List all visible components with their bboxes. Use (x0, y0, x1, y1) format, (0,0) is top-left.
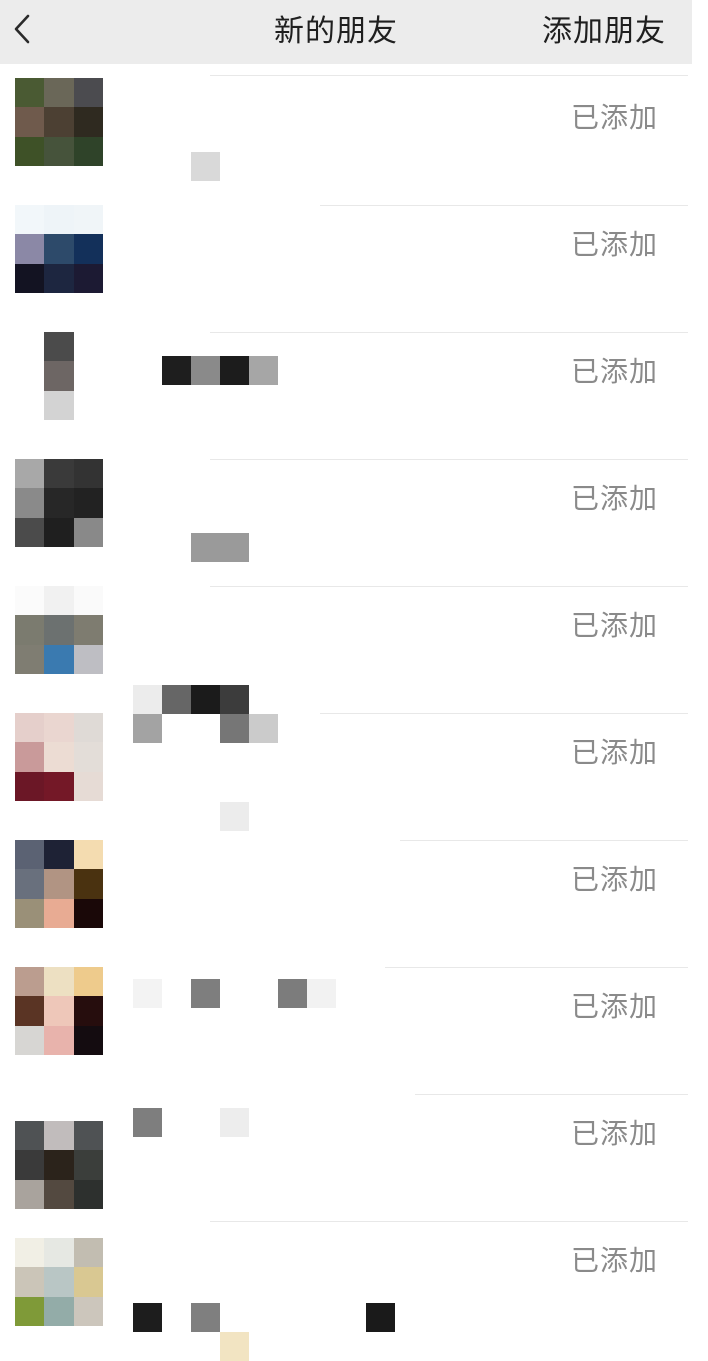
avatar (15, 459, 103, 547)
divider (385, 967, 688, 968)
list-item[interactable]: 已添加 (0, 826, 708, 1008)
divider (210, 75, 688, 76)
divider (210, 586, 688, 587)
status-label: 已添加 (570, 1244, 658, 1277)
list-item[interactable]: 已添加 (0, 1207, 708, 1361)
status-label: 已添加 (570, 736, 658, 769)
divider (400, 840, 688, 841)
add-friend-button[interactable]: 添加朋友 (542, 6, 666, 50)
status-label: 已添加 (570, 355, 658, 388)
divider (320, 713, 688, 714)
list-item[interactable]: 已添加 (0, 953, 708, 1137)
avatar (15, 1121, 103, 1209)
avatar (15, 967, 103, 1055)
avatar (15, 78, 103, 166)
divider (210, 332, 688, 333)
avatar (15, 332, 103, 420)
avatar (15, 586, 103, 674)
divider (320, 205, 688, 206)
list-item[interactable]: 已添加 (0, 1080, 708, 1209)
avatar (15, 713, 103, 801)
status-label: 已添加 (570, 990, 658, 1023)
avatar (15, 1238, 103, 1326)
status-label: 已添加 (570, 609, 658, 642)
status-label: 已添加 (570, 228, 658, 261)
divider (415, 1094, 688, 1095)
nav-bar: 新的朋友 添加朋友 (0, 0, 692, 64)
status-label: 已添加 (570, 101, 658, 134)
avatar (15, 205, 103, 293)
divider (210, 459, 688, 460)
list-item[interactable]: 已添加 (0, 64, 708, 191)
list-item[interactable]: 已添加 (0, 445, 708, 572)
list-item[interactable]: 已添加 (0, 191, 708, 318)
list-item[interactable]: 已添加 (0, 699, 708, 831)
avatar (15, 840, 103, 928)
list-item[interactable]: 已添加 (0, 572, 708, 743)
status-label: 已添加 (570, 482, 658, 515)
list-item[interactable]: 已添加 (0, 318, 708, 445)
status-label: 已添加 (570, 863, 658, 896)
divider (210, 1221, 688, 1222)
status-label: 已添加 (570, 1117, 658, 1150)
